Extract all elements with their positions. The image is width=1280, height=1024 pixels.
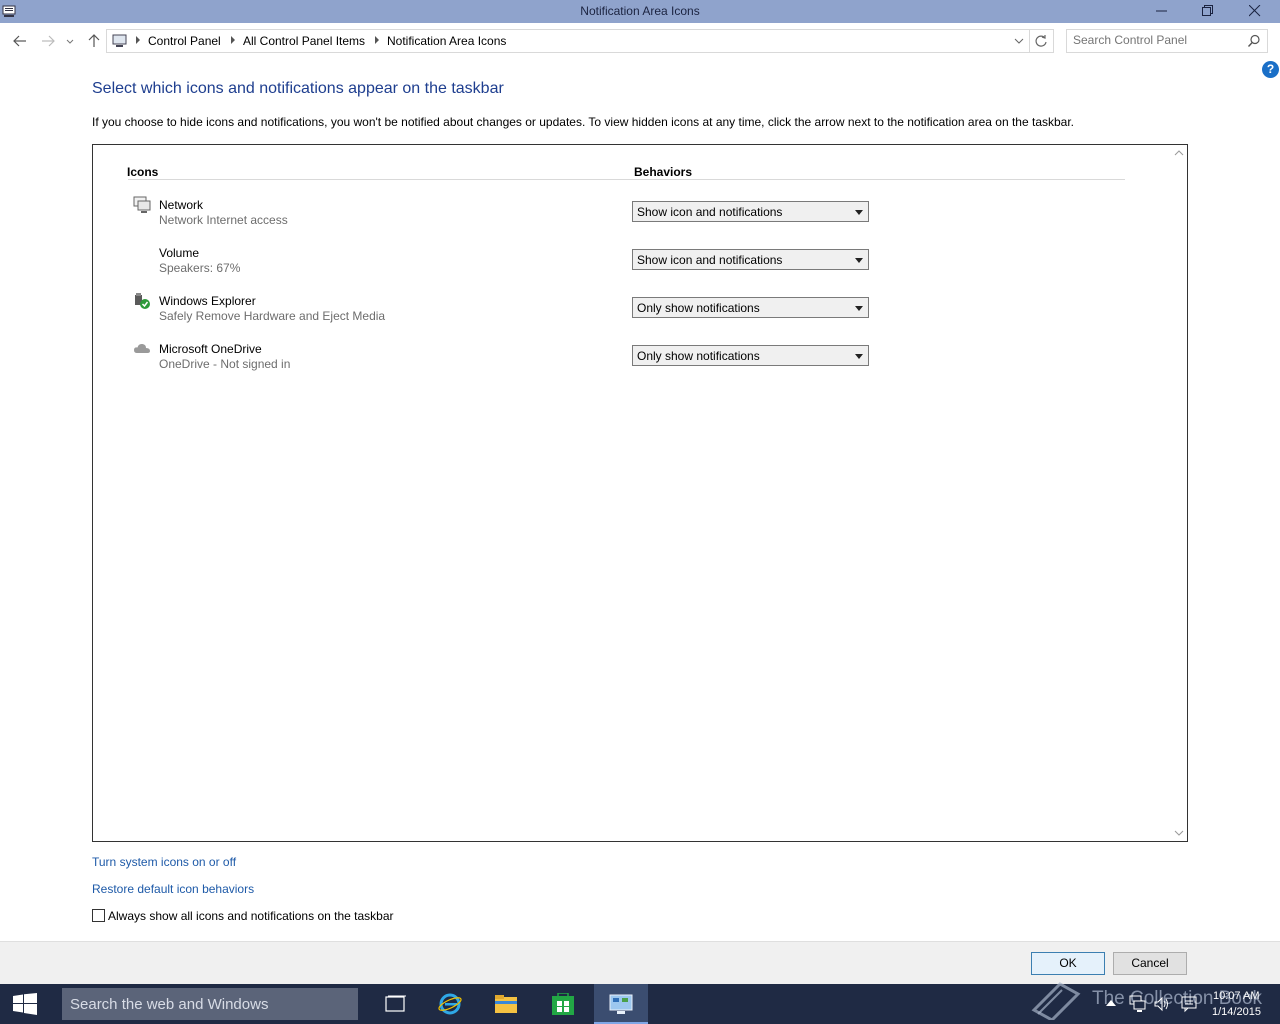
address-divider: [1029, 30, 1030, 52]
behavior-select-onedrive[interactable]: Only show notifications: [632, 345, 869, 366]
safely-remove-hardware-icon: [135, 293, 150, 309]
restore-icon: [1202, 5, 1213, 16]
file-explorer-folder-icon: [495, 995, 517, 1013]
list-scrollbar[interactable]: [1171, 145, 1187, 841]
watermark-book-icon: [1031, 982, 1081, 1020]
taskbar-search-placeholder: Search the web and Windows: [70, 996, 269, 1013]
address-history-chevron-icon[interactable]: [1013, 35, 1025, 47]
taskbar-control-panel[interactable]: [594, 984, 648, 1024]
always-show-all-checkbox[interactable]: [92, 909, 105, 922]
breadcrumb-separator-icon: [136, 36, 140, 44]
chevron-down-icon: [855, 354, 863, 359]
ok-button[interactable]: OK: [1031, 952, 1105, 975]
column-header-icons: Icons: [127, 165, 159, 179]
breadcrumb-control-panel[interactable]: Control Panel: [148, 34, 221, 48]
breadcrumb-notification-area-icons[interactable]: Notification Area Icons: [387, 34, 506, 48]
task-view-button[interactable]: [369, 984, 423, 1024]
internet-explorer-icon: [438, 993, 462, 1015]
tray-action-center-icon[interactable]: [1180, 995, 1198, 1013]
forward-arrow-icon: [42, 35, 55, 47]
scroll-down-icon[interactable]: [1174, 829, 1184, 837]
up-button[interactable]: [84, 31, 104, 51]
taskbar: Search the web and Windows The Collectio…: [0, 982, 1280, 1024]
page-title: Select which icons and notifications app…: [92, 80, 504, 97]
chevron-down-icon: [855, 306, 863, 311]
breadcrumb-separator-icon: [375, 36, 379, 44]
tray-volume-icon[interactable]: [1153, 995, 1171, 1013]
item-name: Microsoft OneDrive: [159, 342, 262, 356]
behavior-select-value: Show icon and notifications: [637, 205, 783, 219]
tray-network-icon[interactable]: [1129, 995, 1147, 1013]
show-hidden-icons-chevron-icon[interactable]: [1105, 998, 1117, 1008]
store-icon: [552, 993, 574, 1015]
behavior-select-value: Show icon and notifications: [637, 253, 783, 267]
behavior-select-value: Only show notifications: [637, 349, 760, 363]
breadcrumb-separator-icon: [231, 36, 235, 44]
behavior-select-volume[interactable]: Show icon and notifications: [632, 249, 869, 270]
minimize-icon: [1156, 10, 1167, 12]
behavior-select-network[interactable]: Show icon and notifications: [632, 201, 869, 222]
refresh-icon[interactable]: [1034, 34, 1048, 48]
close-icon: [1249, 5, 1261, 17]
onedrive-cloud-icon: [134, 343, 150, 353]
item-description: OneDrive - Not signed in: [159, 357, 291, 371]
back-arrow-icon: [13, 35, 26, 47]
control-panel-icon: [609, 994, 633, 1014]
item-description: Speakers: 67%: [159, 261, 241, 275]
clock-time[interactable]: 10:07 AM: [1213, 990, 1259, 1002]
window-title: Notification Area Icons: [580, 4, 700, 18]
column-header-behaviors: Behaviors: [634, 165, 693, 179]
behavior-select-value: Only show notifications: [637, 301, 760, 315]
navigation-bar: Control Panel All Control Panel Items No…: [0, 23, 1280, 58]
item-description: Network Internet access: [159, 213, 288, 227]
forward-button[interactable]: [38, 31, 58, 51]
start-button[interactable]: [0, 984, 50, 1024]
taskbar-internet-explorer[interactable]: [423, 984, 477, 1024]
chevron-down-icon: [66, 39, 74, 44]
icons-list-panel: Icons Behaviors Network Network Internet…: [92, 144, 1188, 842]
chevron-down-icon: [855, 210, 863, 215]
help-button[interactable]: ?: [1262, 61, 1279, 78]
taskbar-store[interactable]: [536, 984, 590, 1024]
scroll-up-icon[interactable]: [1174, 149, 1184, 157]
computer-icon: [112, 34, 127, 47]
cancel-button[interactable]: Cancel: [1113, 952, 1187, 975]
behavior-select-windows-explorer[interactable]: Only show notifications: [632, 297, 869, 318]
restore-default-behaviors-link[interactable]: Restore default icon behaviors: [92, 882, 254, 896]
item-name: Volume: [159, 246, 200, 260]
close-button[interactable]: [1232, 0, 1278, 23]
network-icon: [133, 196, 151, 213]
dialog-button-bar: OK Cancel: [0, 941, 1280, 985]
search-icon[interactable]: [1247, 34, 1261, 48]
clock-date[interactable]: 1/14/2015: [1212, 1006, 1261, 1018]
recent-locations-button[interactable]: [62, 31, 78, 51]
windows-logo-icon: [13, 993, 37, 1015]
item-name: Windows Explorer: [159, 294, 256, 308]
address-bar[interactable]: Control Panel All Control Panel Items No…: [106, 29, 1054, 53]
search-box[interactable]: [1066, 29, 1268, 53]
page-description: If you choose to hide icons and notifica…: [92, 115, 1075, 129]
restore-button[interactable]: [1185, 0, 1231, 23]
item-name: Network: [159, 198, 204, 212]
always-show-all-label[interactable]: Always show all icons and notifications …: [108, 909, 394, 923]
chevron-down-icon: [855, 258, 863, 263]
taskbar-search-box[interactable]: Search the web and Windows: [62, 988, 358, 1020]
up-arrow-icon: [88, 34, 100, 47]
breadcrumb-all-control-panel-items[interactable]: All Control Panel Items: [243, 34, 365, 48]
search-input[interactable]: [1073, 32, 1243, 48]
turn-system-icons-link[interactable]: Turn system icons on or off: [92, 855, 236, 869]
task-view-icon: [385, 995, 406, 1012]
header-divider: [128, 179, 1125, 180]
taskbar-file-explorer[interactable]: [479, 984, 533, 1024]
minimize-button[interactable]: [1139, 0, 1185, 23]
title-bar[interactable]: Notification Area Icons: [0, 0, 1280, 23]
item-description: Safely Remove Hardware and Eject Media: [159, 309, 386, 323]
back-button[interactable]: [10, 31, 30, 51]
